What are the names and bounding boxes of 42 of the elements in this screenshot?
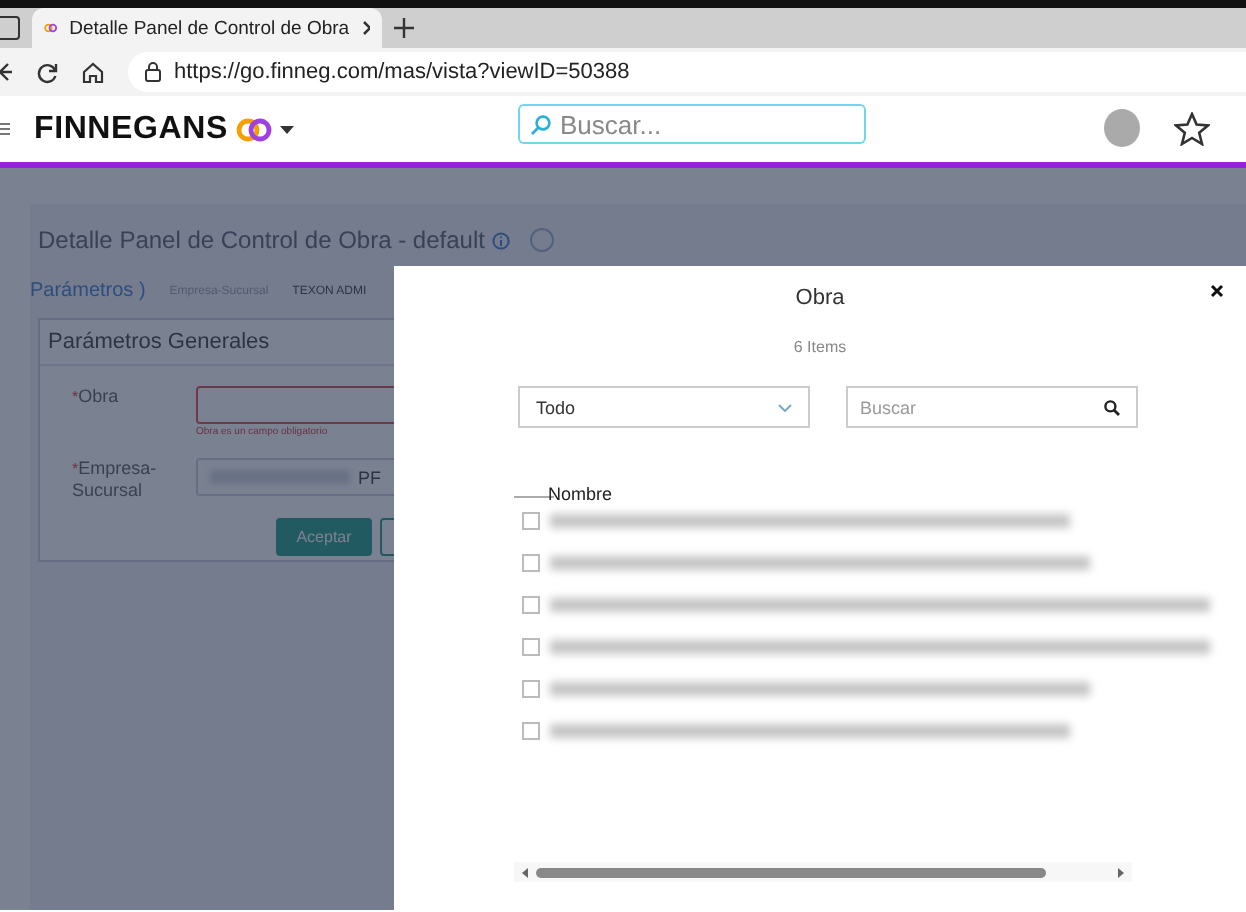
url-text: https://go.finneg.com/mas/vista?viewID=50388 [174, 60, 630, 84]
search-placeholder: Buscar [860, 397, 917, 417]
horizontal-scrollbar[interactable] [514, 862, 1132, 882]
logo-icon [44, 20, 58, 36]
search-icon [1104, 399, 1120, 415]
lock-icon [144, 62, 162, 82]
row-checkbox[interactable] [522, 554, 540, 572]
star-icon[interactable] [1174, 111, 1210, 145]
home-icon[interactable] [82, 61, 104, 83]
search-field[interactable]: Buscar [846, 386, 1138, 428]
row-checkbox[interactable] [522, 596, 540, 614]
field-label: *Obra [72, 386, 121, 410]
caret-icon[interactable] [279, 125, 294, 133]
browser-tab[interactable]: Detalle Panel de Control de Obra [32, 8, 382, 48]
item-count: 6 Items [791, 338, 849, 356]
search-placeholder: Buscar... [560, 109, 662, 139]
column-header[interactable]: Nombre [548, 484, 613, 504]
tab-title: Detalle Panel de Control de Obra [69, 17, 350, 39]
row-checkbox[interactable] [522, 512, 540, 530]
field-value: PF [358, 467, 382, 487]
address-bar[interactable]: https://go.finneg.com/mas/vista?viewID=50388 [128, 52, 1246, 92]
row-checkbox[interactable] [522, 638, 540, 656]
search-field[interactable]: Buscar... [518, 104, 866, 144]
scroll-left-icon[interactable] [522, 867, 528, 877]
modal-title: Obra [795, 284, 845, 310]
search-icon [530, 113, 552, 135]
row-checkbox[interactable] [522, 722, 540, 740]
filter-dropdown[interactable]: Todo [518, 386, 810, 428]
brand-name: FINNEGANS [34, 111, 228, 147]
accept-button[interactable]: Aceptar [276, 518, 372, 556]
logo-icon [235, 117, 272, 141]
reload-icon[interactable] [36, 61, 58, 83]
new-tab-icon[interactable] [394, 18, 414, 38]
back-arrow-icon[interactable] [0, 62, 12, 82]
row-checkbox[interactable] [522, 680, 540, 698]
parameters-tab[interactable]: Parámetros ) [30, 280, 146, 302]
menu-icon[interactable] [0, 122, 10, 136]
chevron-icon [778, 403, 792, 411]
page-title: Detalle Panel de Control de Obra - default [38, 226, 485, 254]
window-icon[interactable] [0, 16, 20, 40]
field-label: *Empresa-Sucursal [72, 458, 159, 502]
scroll-right-icon[interactable] [1118, 867, 1124, 877]
